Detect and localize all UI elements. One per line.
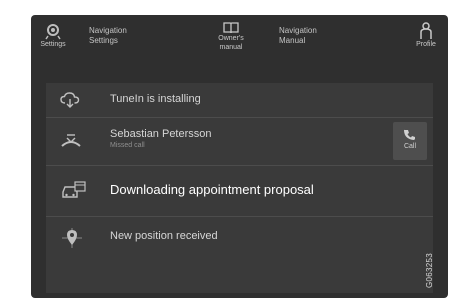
infotainment-screen: Settings Navigation Settings Owner's man… <box>31 15 448 298</box>
caller-name: Sebastian Petersson <box>110 128 212 140</box>
navigation-settings-button[interactable]: Navigation Settings <box>89 26 159 46</box>
car-calendar-icon <box>62 181 86 198</box>
owners-manual-line1: Owner's <box>218 35 244 42</box>
map-pin-icon <box>62 228 82 248</box>
notification-row-missed-call[interactable]: Sebastian Petersson Missed call Call <box>46 118 433 166</box>
navigation-manual-line1: Navigation <box>279 26 317 35</box>
notification-row-tunein[interactable]: TuneIn is installing <box>46 83 433 118</box>
appointment-notification-title: Downloading appointment proposal <box>110 182 314 197</box>
missed-call-status: Missed call <box>110 142 145 149</box>
watermark-text: G063253 <box>425 252 435 288</box>
settings-button[interactable]: Settings <box>35 22 71 49</box>
notification-row-appointment[interactable]: Downloading appointment proposal <box>46 166 433 217</box>
image-code-watermark: G063253 <box>424 246 436 294</box>
cloud-download-icon <box>60 92 80 108</box>
call-button[interactable]: Call <box>393 122 427 160</box>
owners-manual-line2: manual <box>219 44 243 51</box>
owners-manual-button[interactable]: Owner's manual <box>209 22 253 52</box>
profile-button[interactable]: Profile <box>409 22 443 49</box>
position-notification-title: New position received <box>110 230 218 242</box>
notification-row-position[interactable]: New position received <box>46 217 433 261</box>
top-bar: Settings Navigation Settings Owner's man… <box>31 15 448 77</box>
book-icon <box>223 22 239 34</box>
call-label: Call <box>403 143 417 150</box>
navigation-settings-line2: Settings <box>89 36 118 45</box>
notification-panel: TuneIn is installing Sebastian Petersson… <box>46 83 433 293</box>
navigation-manual-line2: Manual <box>279 36 306 45</box>
missed-call-icon <box>61 134 81 147</box>
settings-label: Settings <box>40 41 66 48</box>
profile-label: Profile <box>416 41 436 48</box>
navigation-manual-button[interactable]: Navigation Manual <box>279 26 349 46</box>
profile-icon <box>420 22 432 39</box>
navigation-settings-line1: Navigation <box>89 26 127 35</box>
notification-title: TuneIn is installing <box>110 93 201 105</box>
gear-icon <box>45 24 61 40</box>
phone-icon <box>404 129 415 140</box>
